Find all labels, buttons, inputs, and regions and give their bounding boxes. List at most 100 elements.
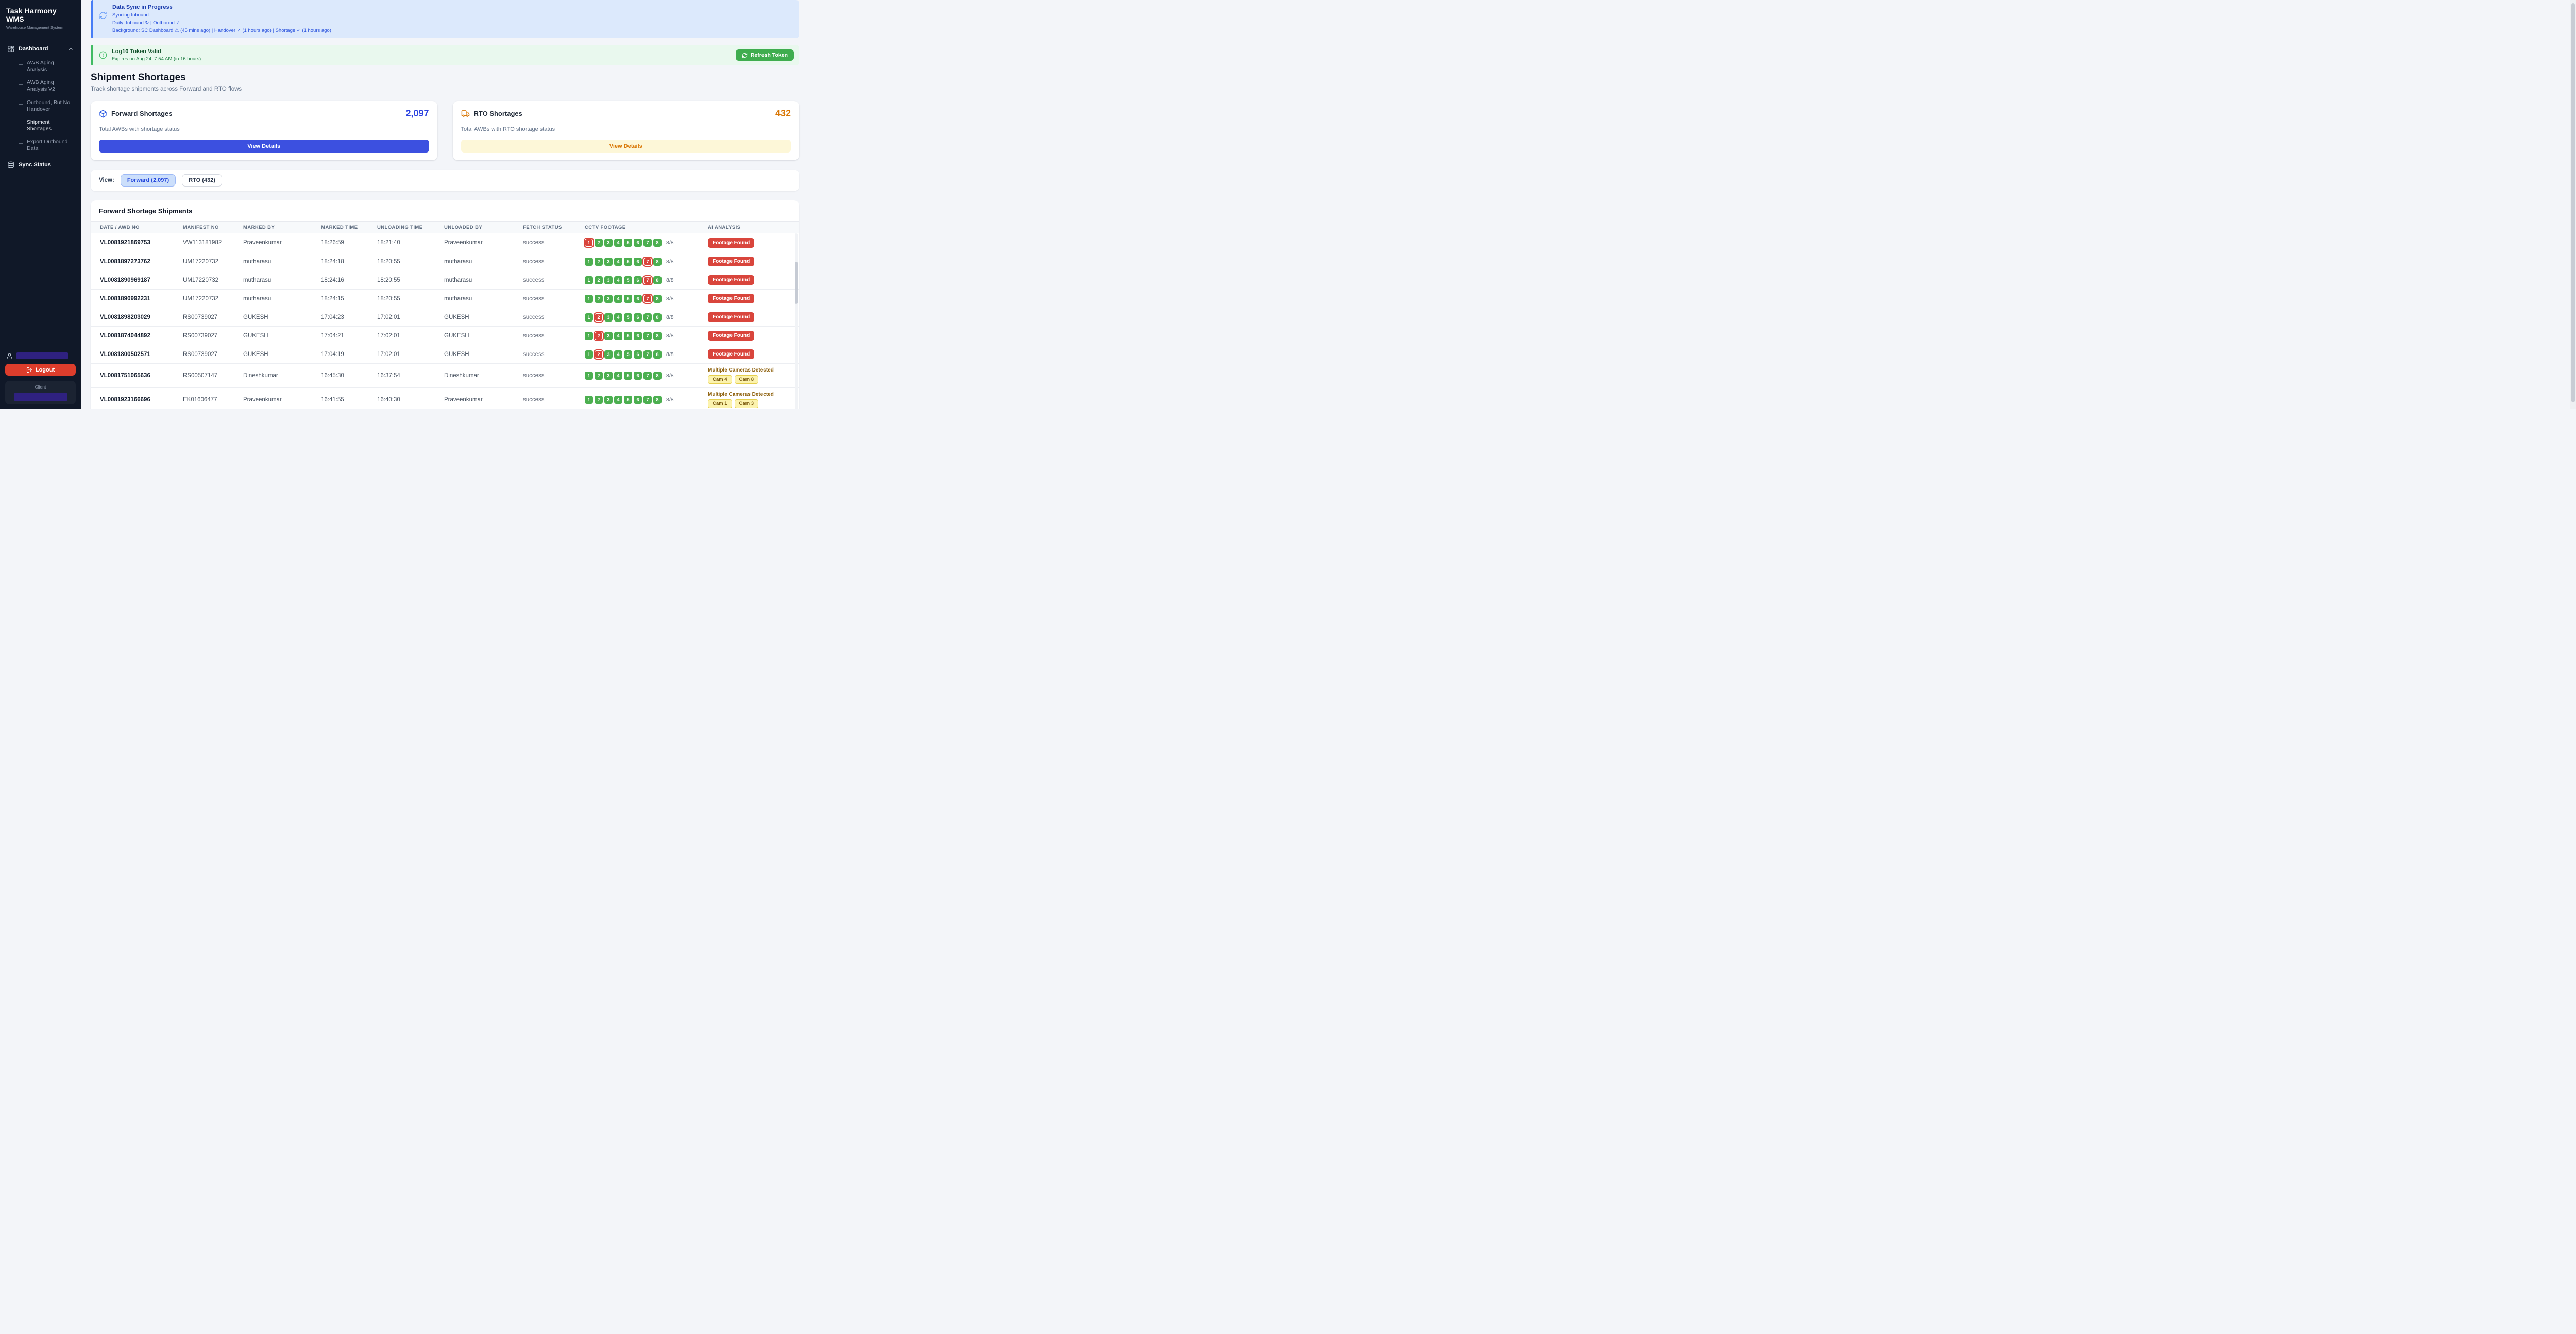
rto-view-details-button[interactable]: View Details bbox=[461, 140, 791, 153]
fetch-status-cell: success bbox=[523, 373, 585, 379]
page-scrollbar-thumb[interactable] bbox=[2571, 3, 2575, 402]
camera-3-badge[interactable]: 3 bbox=[604, 332, 613, 340]
view-forward-tab[interactable]: Forward (2,097) bbox=[121, 174, 176, 187]
cam-3-chip[interactable]: Cam 3 bbox=[735, 399, 759, 408]
camera-1-badge[interactable]: 1 bbox=[585, 258, 593, 266]
camera-4-badge[interactable]: 4 bbox=[614, 372, 622, 380]
camera-4-badge[interactable]: 4 bbox=[614, 239, 622, 247]
camera-7-badge[interactable]: 7 bbox=[643, 258, 652, 266]
camera-5-badge[interactable]: 5 bbox=[624, 258, 632, 266]
camera-2-badge[interactable]: 2 bbox=[595, 350, 603, 359]
page-scrollbar[interactable] bbox=[2570, 0, 2576, 409]
camera-8-badge[interactable]: 8 bbox=[653, 332, 662, 340]
camera-2-badge[interactable]: 2 bbox=[595, 332, 603, 340]
camera-1-badge[interactable]: 1 bbox=[585, 372, 593, 380]
refresh-token-button[interactable]: Refresh Token bbox=[736, 49, 794, 61]
unloaded-by-cell: GUKESH bbox=[444, 314, 523, 320]
camera-2-badge[interactable]: 2 bbox=[595, 258, 603, 266]
sidebar-item-label: AWB Aging Analysis bbox=[27, 60, 75, 73]
view-rto-tab[interactable]: RTO (432) bbox=[182, 174, 222, 187]
camera-5-badge[interactable]: 5 bbox=[624, 276, 632, 284]
camera-6-badge[interactable]: 6 bbox=[634, 258, 642, 266]
camera-4-badge[interactable]: 4 bbox=[614, 295, 622, 303]
camera-8-badge[interactable]: 8 bbox=[653, 372, 662, 380]
camera-1-badge[interactable]: 1 bbox=[585, 276, 593, 284]
camera-6-badge[interactable]: 6 bbox=[634, 372, 642, 380]
camera-4-badge[interactable]: 4 bbox=[614, 332, 622, 340]
camera-7-badge[interactable]: 7 bbox=[643, 332, 652, 340]
camera-2-badge[interactable]: 2 bbox=[595, 239, 603, 247]
camera-8-badge[interactable]: 8 bbox=[653, 313, 662, 322]
camera-1-badge[interactable]: 1 bbox=[585, 332, 593, 340]
sidebar-item-awb-aging-analysis-v2[interactable]: AWB Aging Analysis V2 bbox=[5, 76, 76, 96]
camera-5-badge[interactable]: 5 bbox=[624, 350, 632, 359]
token-banner-subtitle: Expires on Aug 24, 7:54 AM (in 16 hours) bbox=[112, 56, 201, 62]
camera-5-badge[interactable]: 5 bbox=[624, 313, 632, 322]
camera-3-badge[interactable]: 3 bbox=[604, 372, 613, 380]
camera-1-badge[interactable]: 1 bbox=[585, 313, 593, 322]
camera-1-badge[interactable]: 1 bbox=[585, 239, 593, 247]
sidebar-item-awb-aging-analysis[interactable]: AWB Aging Analysis bbox=[5, 57, 76, 76]
camera-1-badge[interactable]: 1 bbox=[585, 396, 593, 404]
camera-6-badge[interactable]: 6 bbox=[634, 396, 642, 404]
camera-7-badge[interactable]: 7 bbox=[643, 313, 652, 322]
cam-1-chip[interactable]: Cam 1 bbox=[708, 399, 732, 408]
camera-3-badge[interactable]: 3 bbox=[604, 313, 613, 322]
camera-4-badge[interactable]: 4 bbox=[614, 313, 622, 322]
camera-7-badge[interactable]: 7 bbox=[643, 350, 652, 359]
camera-3-badge[interactable]: 3 bbox=[604, 258, 613, 266]
camera-8-badge[interactable]: 8 bbox=[653, 239, 662, 247]
fetch-status-cell: success bbox=[523, 397, 585, 403]
sidebar-item-dashboard[interactable]: Dashboard bbox=[5, 42, 76, 56]
sidebar-item-outbound-but-no-handover[interactable]: Outbound, But No Handover bbox=[5, 96, 76, 116]
camera-6-badge[interactable]: 6 bbox=[634, 313, 642, 322]
sidebar-item-shipment-shortages[interactable]: Shipment Shortages bbox=[5, 116, 76, 136]
camera-8-badge[interactable]: 8 bbox=[653, 258, 662, 266]
camera-3-badge[interactable]: 3 bbox=[604, 396, 613, 404]
camera-6-badge[interactable]: 6 bbox=[634, 295, 642, 303]
camera-4-badge[interactable]: 4 bbox=[614, 350, 622, 359]
camera-1-badge[interactable]: 1 bbox=[585, 295, 593, 303]
camera-8-badge[interactable]: 8 bbox=[653, 396, 662, 404]
camera-6-badge[interactable]: 6 bbox=[634, 239, 642, 247]
camera-4-badge[interactable]: 4 bbox=[614, 276, 622, 284]
camera-3-badge[interactable]: 3 bbox=[604, 276, 613, 284]
camera-7-badge[interactable]: 7 bbox=[643, 239, 652, 247]
camera-2-badge[interactable]: 2 bbox=[595, 276, 603, 284]
client-name-redacted bbox=[14, 393, 67, 401]
camera-7-badge[interactable]: 7 bbox=[643, 295, 652, 303]
cam-4-chip[interactable]: Cam 4 bbox=[708, 375, 732, 384]
camera-3-badge[interactable]: 3 bbox=[604, 239, 613, 247]
cam-8-chip[interactable]: Cam 8 bbox=[735, 375, 759, 384]
camera-5-badge[interactable]: 5 bbox=[624, 332, 632, 340]
camera-7-badge[interactable]: 7 bbox=[643, 276, 652, 284]
camera-6-badge[interactable]: 6 bbox=[634, 350, 642, 359]
forward-view-details-button[interactable]: View Details bbox=[99, 140, 429, 153]
camera-3-badge[interactable]: 3 bbox=[604, 350, 613, 359]
camera-3-badge[interactable]: 3 bbox=[604, 295, 613, 303]
camera-8-badge[interactable]: 8 bbox=[653, 276, 662, 284]
camera-5-badge[interactable]: 5 bbox=[624, 396, 632, 404]
table-scrollbar-thumb[interactable] bbox=[795, 262, 798, 304]
sidebar-item-sync-status[interactable]: Sync Status bbox=[5, 158, 76, 172]
camera-8-badge[interactable]: 8 bbox=[653, 350, 662, 359]
camera-5-badge[interactable]: 5 bbox=[624, 295, 632, 303]
camera-7-badge[interactable]: 7 bbox=[643, 372, 652, 380]
camera-8-badge[interactable]: 8 bbox=[653, 295, 662, 303]
camera-6-badge[interactable]: 6 bbox=[634, 276, 642, 284]
camera-5-badge[interactable]: 5 bbox=[624, 239, 632, 247]
camera-2-badge[interactable]: 2 bbox=[595, 313, 603, 322]
camera-1-badge[interactable]: 1 bbox=[585, 350, 593, 359]
fetch-status-cell: success bbox=[523, 259, 585, 265]
camera-7-badge[interactable]: 7 bbox=[643, 396, 652, 404]
camera-5-badge[interactable]: 5 bbox=[624, 372, 632, 380]
sidebar-item-export-outbound-data[interactable]: Export Outbound Data bbox=[5, 136, 76, 155]
table-vertical-scrollbar[interactable] bbox=[795, 233, 798, 409]
logout-button[interactable]: Logout bbox=[5, 364, 76, 376]
camera-4-badge[interactable]: 4 bbox=[614, 258, 622, 266]
camera-2-badge[interactable]: 2 bbox=[595, 372, 603, 380]
camera-6-badge[interactable]: 6 bbox=[634, 332, 642, 340]
camera-2-badge[interactable]: 2 bbox=[595, 396, 603, 404]
camera-2-badge[interactable]: 2 bbox=[595, 295, 603, 303]
camera-4-badge[interactable]: 4 bbox=[614, 396, 622, 404]
